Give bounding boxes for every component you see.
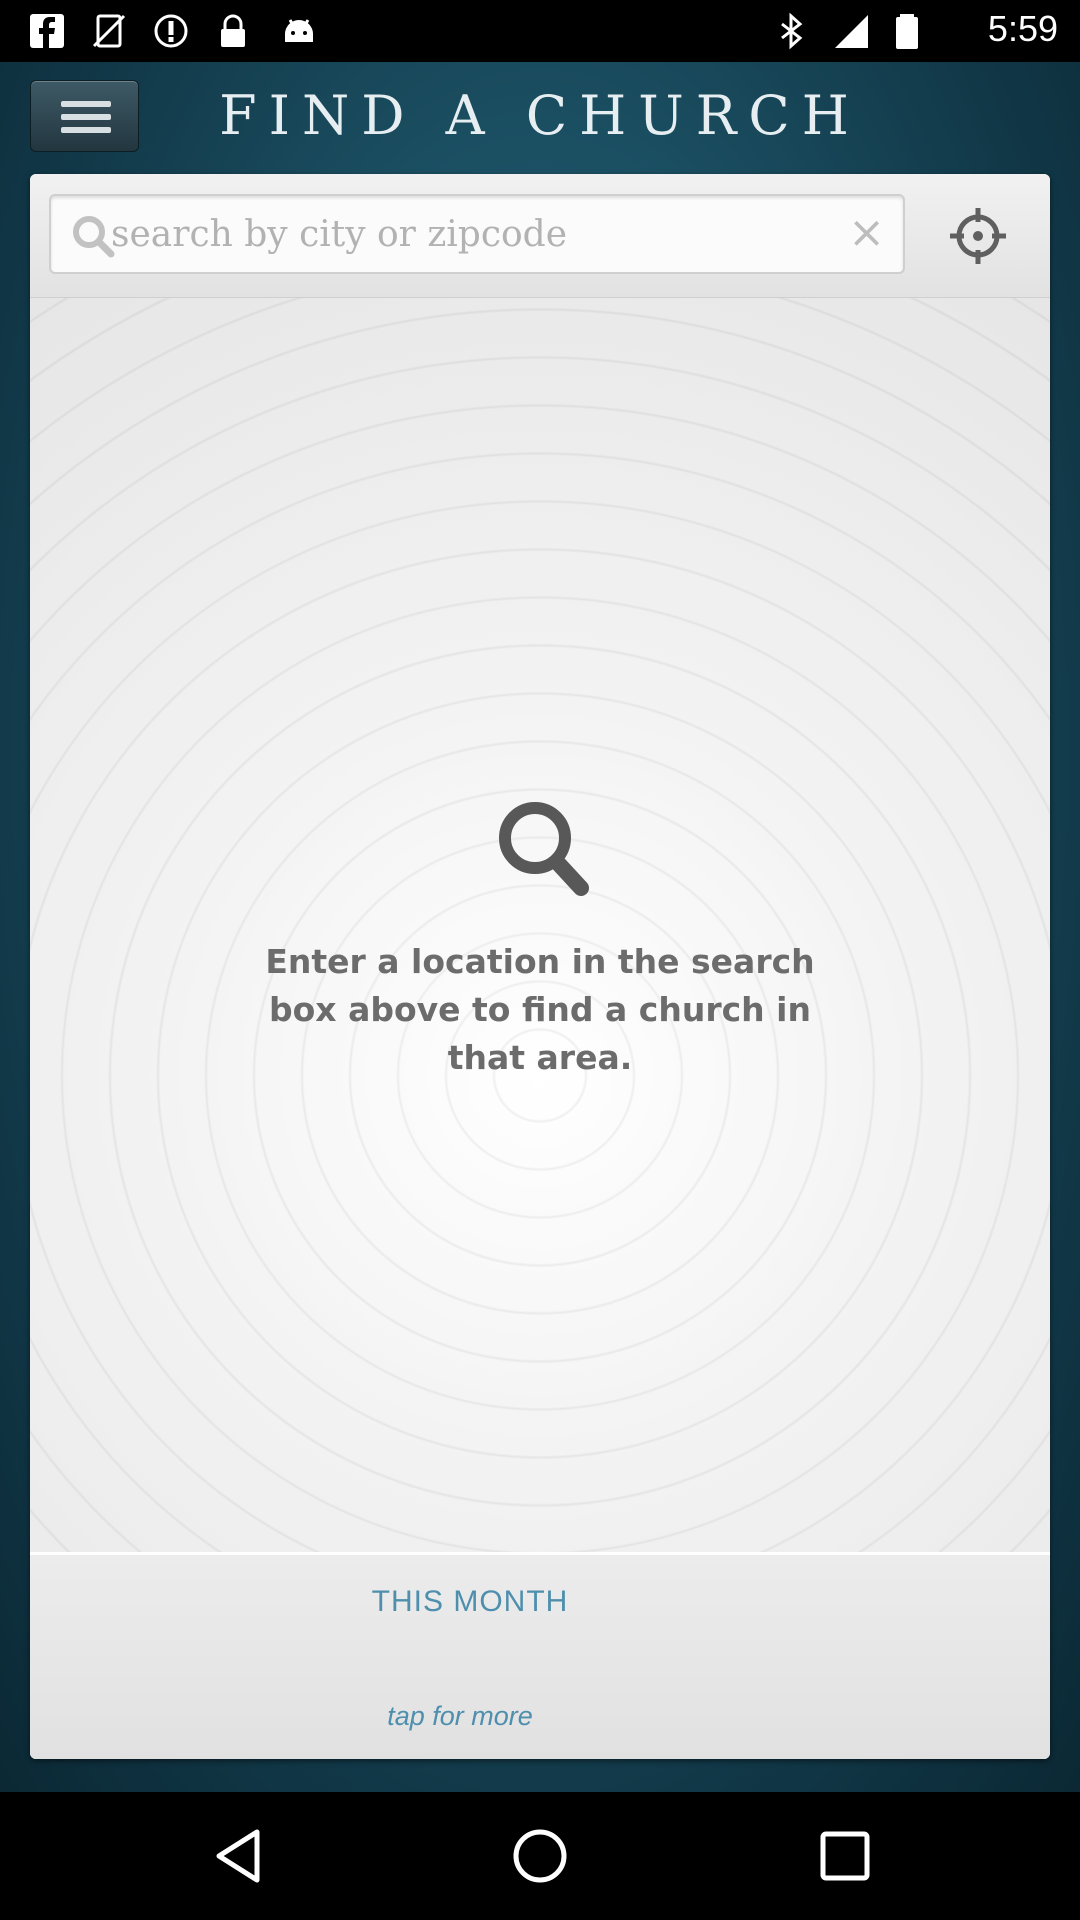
signal-icon — [835, 15, 868, 48]
content-panel: × Enter a location in the search box abo… — [30, 174, 1050, 1759]
empty-state-message: Enter a location in the search box above… — [265, 942, 815, 1077]
search-icon — [499, 802, 589, 896]
home-icon[interactable] — [508, 1824, 572, 1888]
crosshair-icon[interactable] — [948, 206, 1008, 266]
recents-icon[interactable] — [813, 1824, 877, 1888]
alert-icon — [154, 14, 188, 48]
lock-icon — [221, 14, 245, 47]
bluetooth-icon — [781, 12, 803, 50]
tap-for-more-link[interactable]: tap for more — [30, 1701, 890, 1732]
this-month-heading: THIS MONTH — [371, 1585, 569, 1618]
no-sim-icon — [92, 14, 126, 48]
this-month-section[interactable]: THIS MONTH tap for more — [30, 1552, 1050, 1759]
back-icon[interactable] — [207, 1824, 271, 1888]
menu-button[interactable] — [30, 80, 139, 152]
clock: 5:59 — [987, 8, 1058, 49]
status-bar: 5:59 — [0, 0, 1080, 62]
facebook-icon — [30, 14, 64, 48]
results-area: Enter a location in the search box above… — [30, 298, 1050, 1552]
android-icon — [285, 19, 313, 42]
search-input[interactable] — [111, 204, 811, 264]
navigation-bar — [0, 1792, 1080, 1920]
page-title: FIND A CHURCH — [219, 84, 861, 147]
search-icon — [73, 216, 115, 258]
search-box[interactable]: × — [49, 194, 905, 274]
search-bar: × — [30, 174, 1050, 298]
battery-icon — [896, 14, 918, 49]
clear-icon[interactable]: × — [848, 208, 885, 258]
app-screen: FIND A CHURCH × — [0, 62, 1080, 1792]
